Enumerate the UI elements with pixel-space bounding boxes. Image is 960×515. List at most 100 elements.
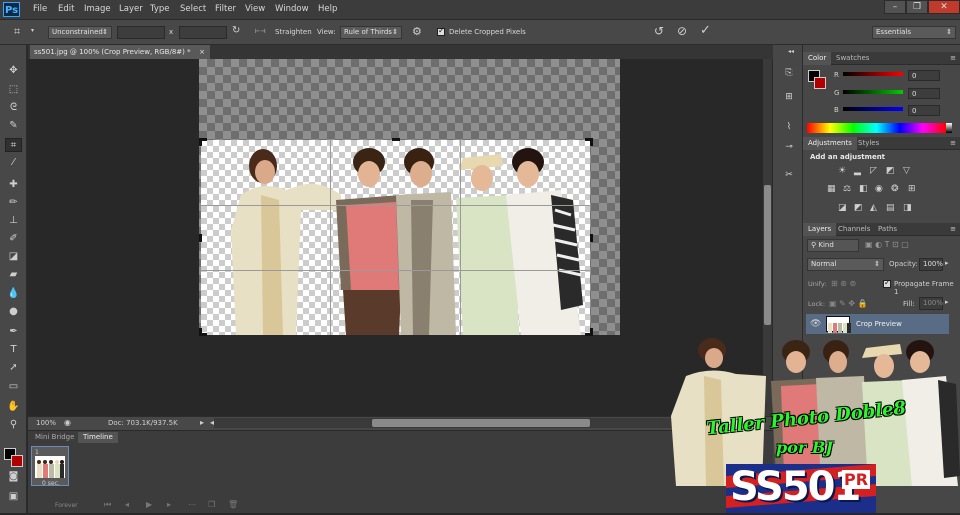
unify-icons[interactable]: ⊞ ⊛ ⊚ bbox=[831, 279, 856, 288]
panel-menu-icon[interactable]: ≡ bbox=[950, 139, 956, 147]
layer-filter-dropdown[interactable]: ⚲ Kind bbox=[807, 239, 859, 252]
clear-rotate-icon[interactable]: ↻ bbox=[232, 25, 240, 36]
layer-row[interactable]: 👁 Crop Preview bbox=[806, 314, 949, 334]
menu-select[interactable]: Select bbox=[180, 4, 206, 14]
gradient-tool-icon[interactable]: ▰ bbox=[5, 268, 22, 282]
photo-filter-icon[interactable]: ◉ bbox=[875, 184, 883, 194]
properties-panel-icon[interactable]: ⊞ bbox=[780, 90, 798, 104]
tab-adjustments[interactable]: Adjustments bbox=[803, 137, 857, 150]
background-color-swatch[interactable] bbox=[11, 455, 23, 467]
next-frame-icon[interactable]: ▸ bbox=[167, 500, 171, 509]
menu-view[interactable]: View bbox=[245, 4, 265, 14]
crop-handle[interactable] bbox=[392, 138, 400, 141]
panel-menu-icon[interactable]: ≡ bbox=[950, 54, 956, 62]
tab-timeline[interactable]: Timeline bbox=[78, 432, 118, 443]
r-slider[interactable] bbox=[843, 72, 903, 76]
b-slider[interactable] bbox=[843, 107, 903, 111]
straighten-icon[interactable]: ⊢⊣ bbox=[255, 28, 265, 35]
delete-cropped-checkbox[interactable]: ✓ bbox=[437, 26, 445, 36]
restore-button[interactable]: ❐ bbox=[906, 0, 928, 14]
actions-panel-icon[interactable]: ⌇ bbox=[780, 120, 798, 134]
crop-handle[interactable] bbox=[590, 328, 593, 336]
brush-panel-icon[interactable]: ⊸ bbox=[780, 140, 798, 154]
eraser-tool-icon[interactable]: ◪ bbox=[5, 250, 22, 264]
loop-option[interactable]: Forever bbox=[55, 502, 78, 509]
marquee-tool-icon[interactable]: ⬚ bbox=[5, 83, 22, 97]
hue-saturation-icon[interactable]: ▦ bbox=[827, 184, 836, 194]
history-brush-tool-icon[interactable]: ✐ bbox=[5, 232, 22, 246]
color-bg-swatch[interactable] bbox=[814, 77, 826, 89]
color-lookup-icon[interactable]: ⊞ bbox=[908, 184, 916, 194]
opacity-arrow-icon[interactable]: ▸ bbox=[945, 259, 949, 267]
quick-mask-icon[interactable]: ◙ bbox=[5, 470, 22, 484]
tab-paths[interactable]: Paths bbox=[873, 223, 902, 236]
frame-delay[interactable]: 0 sec. bbox=[42, 480, 60, 487]
first-frame-icon[interactable]: ⏮ bbox=[104, 500, 111, 510]
vertical-scroll-thumb[interactable] bbox=[764, 185, 771, 325]
crop-tool-icon[interactable]: ⌗ bbox=[14, 25, 20, 39]
trash-icon[interactable]: 🗑 bbox=[228, 500, 238, 509]
prev-frame-icon[interactable]: ◂ bbox=[125, 500, 129, 509]
panel-menu-icon[interactable]: ≡ bbox=[950, 225, 956, 233]
status-menu-arrow-icon[interactable]: ▸ bbox=[200, 418, 204, 427]
levels-icon[interactable]: ▂ bbox=[854, 166, 861, 176]
brightness-icon[interactable]: ☀ bbox=[838, 166, 846, 176]
workspace-dropdown[interactable]: Essentials ⇕ bbox=[872, 26, 956, 39]
gear-icon[interactable]: ⚙ bbox=[412, 25, 422, 38]
status-info-icon[interactable]: ◉ bbox=[64, 418, 71, 427]
gradient-map-icon[interactable]: ▤ bbox=[886, 203, 895, 213]
menu-layer[interactable]: Layer bbox=[119, 4, 143, 14]
channel-mixer-icon[interactable]: ❂ bbox=[891, 184, 899, 194]
propagate-checkbox[interactable]: ✓ bbox=[883, 278, 891, 288]
crop-handle[interactable] bbox=[199, 234, 202, 242]
menu-image[interactable]: Image bbox=[84, 4, 111, 14]
document-tab[interactable]: ss501.jpg @ 100% (Crop Preview, RGB/8#) … bbox=[30, 45, 210, 59]
horizontal-scroll-thumb[interactable] bbox=[372, 419, 590, 427]
quick-select-tool-icon[interactable]: ✎ bbox=[5, 119, 22, 133]
selective-color-icon[interactable]: ◨ bbox=[903, 203, 912, 213]
history-panel-icon[interactable]: ⎘ bbox=[780, 66, 798, 80]
tab-swatches[interactable]: Swatches bbox=[831, 52, 874, 65]
invert-icon[interactable]: ◪ bbox=[838, 203, 847, 213]
screen-mode-icon[interactable]: ▣ bbox=[5, 490, 22, 504]
minimize-button[interactable]: – bbox=[884, 0, 906, 14]
duplicate-frame-icon[interactable]: ❐ bbox=[208, 500, 215, 509]
filter-pixel-icon[interactable]: ▣ ◐ T ⊡ ▢ bbox=[865, 240, 909, 249]
pen-tool-icon[interactable]: ✒ bbox=[5, 325, 22, 339]
straighten-label[interactable]: Straighten bbox=[275, 28, 312, 36]
menu-help[interactable]: Help bbox=[318, 4, 337, 14]
g-value[interactable]: 0 bbox=[908, 88, 940, 99]
tool-preset-arrow-icon[interactable]: ▾ bbox=[31, 27, 34, 34]
curves-icon[interactable]: ◸ bbox=[870, 166, 877, 176]
view-overlay-dropdown[interactable]: Rule of Thirds ⇕ bbox=[340, 26, 402, 39]
menu-type[interactable]: Type bbox=[150, 4, 170, 14]
cancel-icon[interactable]: ⊘ bbox=[677, 24, 687, 38]
crop-handle[interactable] bbox=[199, 138, 202, 146]
threshold-icon[interactable]: ◭ bbox=[870, 203, 877, 213]
width-field[interactable] bbox=[117, 26, 165, 39]
reset-icon[interactable]: ↺ bbox=[654, 24, 664, 38]
crop-handle[interactable] bbox=[590, 138, 593, 146]
close-window-button[interactable]: ✕ bbox=[928, 0, 960, 14]
tween-icon[interactable]: ⋯ bbox=[188, 500, 196, 509]
type-tool-icon[interactable]: T bbox=[5, 343, 22, 357]
fill-arrow-icon[interactable]: ▸ bbox=[945, 298, 949, 306]
move-tool-icon[interactable]: ✥ bbox=[5, 64, 22, 78]
zoom-tool-icon[interactable]: ⚲ bbox=[5, 418, 22, 432]
crop-handle[interactable] bbox=[590, 234, 593, 242]
exposure-icon[interactable]: ◩ bbox=[886, 166, 895, 176]
ratio-dropdown[interactable]: Unconstrained ⇕ bbox=[48, 26, 112, 39]
menu-edit[interactable]: Edit bbox=[58, 4, 74, 14]
menu-filter[interactable]: Filter bbox=[215, 4, 236, 14]
healing-tool-icon[interactable]: ✚ bbox=[5, 178, 22, 192]
color-balance-icon[interactable]: ⚖ bbox=[843, 184, 851, 194]
menu-file[interactable]: File bbox=[33, 4, 47, 14]
crop-tool-icon[interactable]: ⌗ bbox=[5, 138, 22, 152]
tab-styles[interactable]: Styles bbox=[853, 137, 884, 150]
bw-ramp[interactable] bbox=[946, 123, 952, 133]
dodge-tool-icon[interactable]: ● bbox=[5, 305, 22, 319]
crop-handle[interactable] bbox=[199, 328, 202, 336]
hand-tool-icon[interactable]: ✋ bbox=[5, 400, 22, 414]
tab-mini-bridge[interactable]: Mini Bridge bbox=[30, 432, 79, 443]
clone-stamp-tool-icon[interactable]: ⊥ bbox=[5, 214, 22, 228]
